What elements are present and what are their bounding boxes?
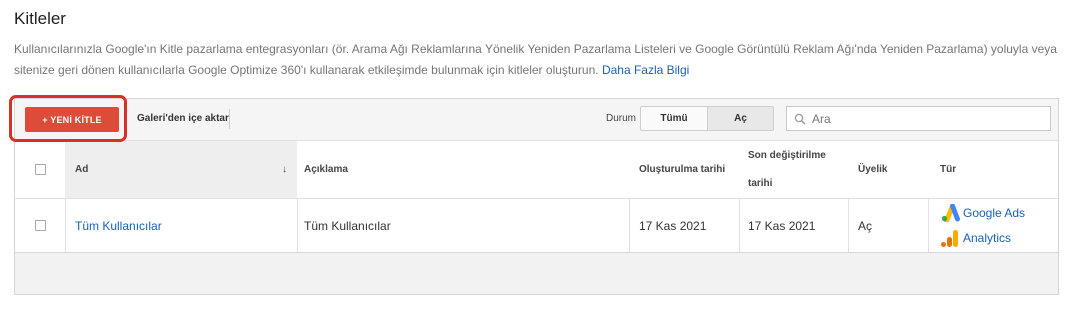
header-name[interactable]: Ad ↓ [65,141,297,198]
header-membership-label: Üyelik [858,164,888,175]
row-checkbox[interactable] [34,220,46,231]
row-membership-cell: Aç [848,199,928,252]
audience-membership: Aç [858,218,873,233]
type-google-ads[interactable]: Google Ads [940,204,1025,222]
import-from-gallery-button[interactable]: Galeri'den içe aktar [137,113,229,124]
search-icon [794,113,806,124]
header-created[interactable]: Oluşturulma tarihi [629,141,739,198]
audience-created-date: 17 Kas 2021 [639,218,707,233]
header-description-label: Açıklama [304,164,348,175]
page-title: Kitleler [14,9,66,28]
header-modified-label-line2: tarihi [748,177,773,189]
table-row: Tüm Kullanıcılar Tüm Kullanıcılar 17 Kas… [15,199,1058,253]
header-modified-label-line1: Son değiştirilme [748,149,826,161]
type-analytics-label: Analytics [963,231,1012,245]
select-all-checkbox[interactable] [34,164,46,175]
header-name-label: Ad [75,164,89,175]
header-type-label: Tür [940,164,957,175]
row-name-cell: Tüm Kullanıcılar [65,199,297,252]
header-modified[interactable]: Son değiştirilme tarihi [739,141,848,198]
table-header: Ad ↓ Açıklama Oluşturulma tarihi Son değ… [15,141,1058,199]
audience-description: Tüm Kullanıcılar [304,218,391,233]
page-description: Kullanıcılarınızla Google'ın Kitle pazar… [14,39,1064,81]
toolbar-divider [229,109,230,129]
row-modified-cell: 17 Kas 2021 [739,199,848,252]
audience-modified-date: 17 Kas 2021 [748,218,816,233]
header-description[interactable]: Açıklama [297,141,629,198]
toolbar: + YENİ KİTLE Galeri'den içe aktar Durum … [15,99,1058,141]
row-description-cell: Tüm Kullanıcılar [297,199,629,252]
analytics-icon [941,230,958,247]
status-filter-label: Durum [606,113,637,124]
sort-arrow-icon: ↓ [282,164,287,175]
header-type: Tür [928,141,1058,198]
type-analytics[interactable]: Analytics [940,228,1011,248]
description-text: Kullanıcılarınızla Google'ın Kitle pazar… [14,42,1057,77]
search-input[interactable] [810,110,1044,127]
row-created-cell: 17 Kas 2021 [629,199,739,252]
audiences-panel: + YENİ KİTLE Galeri'den içe aktar Durum … [14,98,1059,295]
row-type-cell: Google Ads Analytics [928,199,1058,252]
select-all-cell [15,141,65,198]
type-google-ads-label: Google Ads [963,206,1026,220]
audience-name-link[interactable]: Tüm Kullanıcılar [75,219,162,233]
status-filter-open[interactable]: Aç [707,106,774,131]
google-ads-icon [941,204,960,222]
row-select-cell [15,199,65,252]
status-filter-all[interactable]: Tümü [640,106,708,131]
header-created-label: Oluşturulma tarihi [639,164,726,175]
search-box[interactable] [786,106,1051,131]
learn-more-link[interactable]: Daha Fazla Bilgi [602,63,689,77]
header-membership[interactable]: Üyelik [848,141,928,198]
table-footer-area [15,253,1058,294]
new-audience-highlight [9,95,127,142]
